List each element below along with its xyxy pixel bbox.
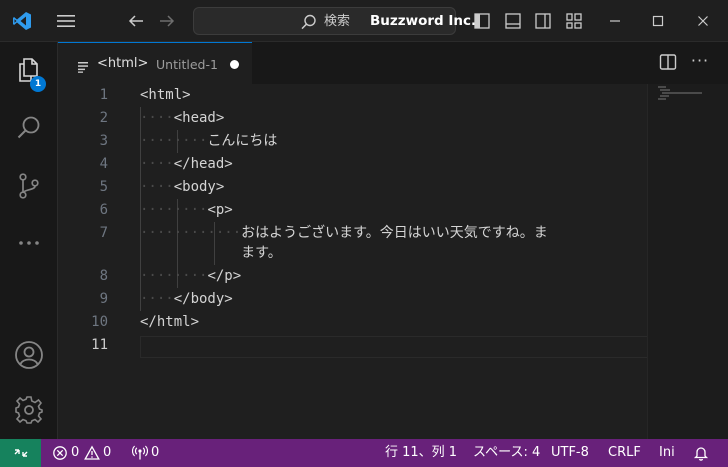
- back-arrow-icon[interactable]: [121, 0, 151, 42]
- unsaved-dot-icon[interactable]: [230, 60, 239, 69]
- code-line: <html>: [140, 87, 191, 103]
- minimap-line: [662, 92, 702, 94]
- maximize-icon[interactable]: [636, 0, 680, 42]
- window-title: Buzzword Inc.: [370, 13, 477, 29]
- line-number: 4: [99, 156, 108, 172]
- errors-count[interactable]: 0: [71, 439, 79, 467]
- minimap[interactable]: [647, 84, 728, 439]
- code-line: ········<p>: [140, 202, 233, 218]
- minimap-line: [658, 98, 666, 100]
- search-label: 検索: [324, 14, 351, 29]
- search-icon: [300, 13, 318, 31]
- indentation-setting[interactable]: スペース: 4: [473, 439, 540, 467]
- code-line: ········</p>: [140, 268, 242, 284]
- warnings-icon[interactable]: [84, 445, 100, 461]
- cursor-position[interactable]: 行 11、列 1: [385, 439, 457, 467]
- eol-setting[interactable]: CRLF: [608, 439, 641, 467]
- search-view-icon[interactable]: [0, 104, 58, 152]
- remote-indicator-icon[interactable]: [0, 439, 41, 467]
- code-line: </html>: [140, 314, 200, 330]
- ports-broadcast-icon[interactable]: [131, 445, 149, 461]
- customize-layout-icon[interactable]: [563, 10, 585, 32]
- source-control-icon[interactable]: [0, 162, 58, 210]
- minimap-line: [660, 89, 670, 91]
- explorer-badge: 1: [30, 76, 46, 92]
- minimize-icon[interactable]: [593, 0, 637, 42]
- line-number: 10: [91, 314, 108, 330]
- tab-file-name: Untitled-1: [156, 57, 218, 72]
- notifications-bell-icon[interactable]: [693, 445, 709, 461]
- ports-count[interactable]: 0: [151, 439, 159, 467]
- line-number: 3: [99, 133, 108, 149]
- code-line-wrapped: ます。: [241, 245, 282, 261]
- forward-arrow-icon[interactable]: [152, 0, 182, 42]
- account-icon[interactable]: [0, 331, 58, 379]
- menu-icon[interactable]: [50, 0, 82, 42]
- toggle-secondary-sidebar-icon[interactable]: [532, 10, 554, 32]
- warnings-count[interactable]: 0: [103, 439, 111, 467]
- status-bar: 0 0 0 行 11、列 1 スペース: 4 UTF-8 CRLF Ini: [0, 439, 728, 467]
- line-number: 1: [99, 87, 108, 103]
- title-bar: 検索 Buzzword Inc.: [0, 0, 728, 42]
- line-number: 2: [99, 110, 108, 126]
- line-number-gutter: 1 2 3 4 5 6 7 8 9 10 11: [58, 84, 128, 439]
- more-views-icon[interactable]: [0, 219, 58, 267]
- code-line: ····<body>: [140, 179, 225, 195]
- tab-bar: <html> Untitled-1 ···: [58, 42, 728, 84]
- split-editor-icon[interactable]: [658, 52, 680, 74]
- code-line: ····<head>: [140, 110, 225, 126]
- activity-bar: 1: [0, 42, 58, 439]
- line-number: 6: [99, 202, 108, 218]
- encoding-setting[interactable]: UTF-8: [551, 439, 589, 467]
- code-line: ····</body>: [140, 291, 233, 307]
- settings-gear-icon[interactable]: [0, 386, 58, 434]
- more-actions-icon[interactable]: ···: [689, 52, 711, 74]
- errors-icon[interactable]: [52, 445, 68, 461]
- minimap-line: [658, 86, 666, 88]
- language-mode[interactable]: Ini: [659, 439, 675, 467]
- code-line: ····</head>: [140, 156, 233, 172]
- code-editor[interactable]: 1 2 3 4 5 6 7 8 9 10 11 <html> ····<head…: [58, 84, 728, 439]
- explorer-icon[interactable]: 1: [0, 46, 58, 94]
- code-line: ········こんにちは: [140, 133, 278, 149]
- toggle-panel-icon[interactable]: [502, 10, 524, 32]
- tab-untitled-1[interactable]: <html> Untitled-1: [58, 42, 252, 84]
- minimap-line: [660, 95, 669, 97]
- line-number: 5: [99, 179, 108, 195]
- file-lines-icon: [77, 58, 89, 73]
- line-number: 7: [99, 225, 108, 241]
- line-number-active: 11: [91, 337, 108, 353]
- close-icon[interactable]: [681, 0, 725, 42]
- line-number: 9: [99, 291, 108, 307]
- code-text[interactable]: <html> ····<head> ········こんにちは ····</he…: [140, 84, 648, 439]
- toggle-primary-sidebar-icon[interactable]: [471, 10, 493, 32]
- tab-language-label: <html>: [97, 56, 149, 71]
- line-number: 8: [99, 268, 108, 284]
- vscode-logo-icon: [6, 0, 38, 42]
